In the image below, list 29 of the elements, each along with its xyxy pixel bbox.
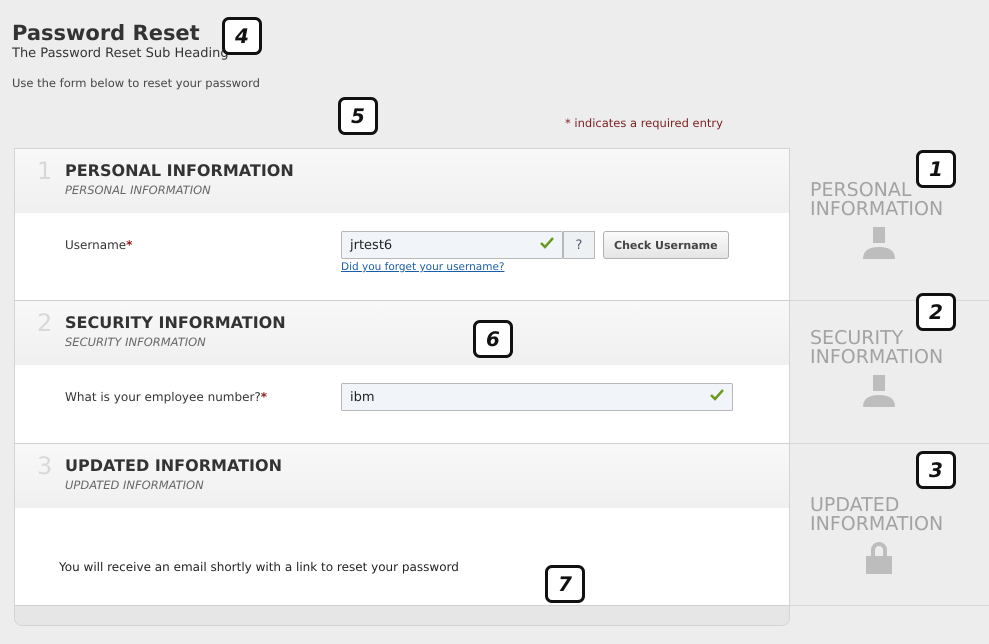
- section-title: UPDATED INFORMATION: [65, 456, 282, 475]
- callout-number: 6: [473, 320, 513, 358]
- section-subtitle: SECURITY INFORMATION: [65, 335, 207, 349]
- check-username-button[interactable]: Check Username: [603, 231, 729, 259]
- field-label: Username*: [65, 237, 134, 254]
- help-button[interactable]: ?: [563, 231, 595, 259]
- page-title: Password Reset: [12, 20, 200, 46]
- check-icon: [540, 237, 554, 249]
- section-subtitle: UPDATED INFORMATION: [65, 478, 205, 492]
- section-subtitle: PERSONAL INFORMATION: [65, 183, 212, 197]
- section-title: PERSONAL INFORMATION: [65, 161, 294, 180]
- callout-number: 7: [545, 565, 585, 603]
- info-message: You will receive an email shortly with a link to reset your password: [59, 559, 459, 574]
- instruction-text: Use the form below to reset your password: [12, 76, 261, 90]
- check-icon: [710, 389, 724, 401]
- field-label: What is your employee number?*: [65, 389, 268, 406]
- callout-number: 1: [916, 150, 956, 188]
- input-field[interactable]: jrtest6: [341, 231, 563, 259]
- input-field[interactable]: ibm: [341, 383, 733, 411]
- person-icon: [860, 373, 898, 409]
- callout-number: 3: [916, 451, 956, 489]
- callout-number: 2: [916, 293, 956, 331]
- section-title: SECURITY INFORMATION: [65, 313, 286, 332]
- step-label: SECURITY INFORMATION: [810, 329, 944, 367]
- required-note: * indicates a required entry: [565, 116, 724, 132]
- callout-number: 5: [338, 97, 378, 135]
- person-icon: [860, 225, 898, 261]
- forgot-username-link[interactable]: Did you forget your username?: [341, 261, 504, 273]
- step-label: UPDATED INFORMATION: [810, 496, 944, 534]
